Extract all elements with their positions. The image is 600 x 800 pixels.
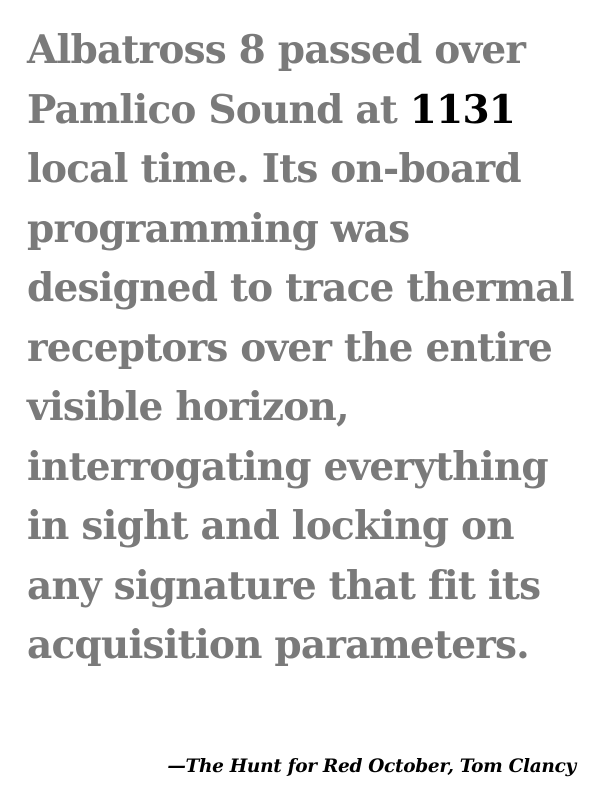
quote-line: any signature that fit its [27,562,541,609]
attribution: —The Hunt for Red October, Tom Clancy [167,752,576,782]
attribution-dash: — [167,756,186,777]
quote-text: Albatross 8 passed over Pamlico Sound at… [27,21,587,676]
quote-line: Albatross 8 passed over [27,27,526,73]
quote-line: interrogating everything [27,443,549,490]
book-title: The Hunt for Red October [185,756,448,777]
time-highlight: 1131 [409,86,516,133]
quote-line: in sight and locking on [27,503,515,549]
quote-line: programming was [27,205,410,252]
quote-line: Pamlico Sound at 1131 [27,81,587,141]
quote-line: local time. Its on-board [27,146,522,192]
quote-line-text: Pamlico Sound at [27,86,410,133]
quote-line: designed to trace thermal [27,265,575,311]
quote-line: receptors over the entire [27,324,553,371]
author-name: Tom Clancy [459,756,577,777]
attribution-separator: , [447,756,460,777]
quote-line: visible horizon, [27,384,350,430]
quote-line: acquisition parameters. [27,622,530,668]
